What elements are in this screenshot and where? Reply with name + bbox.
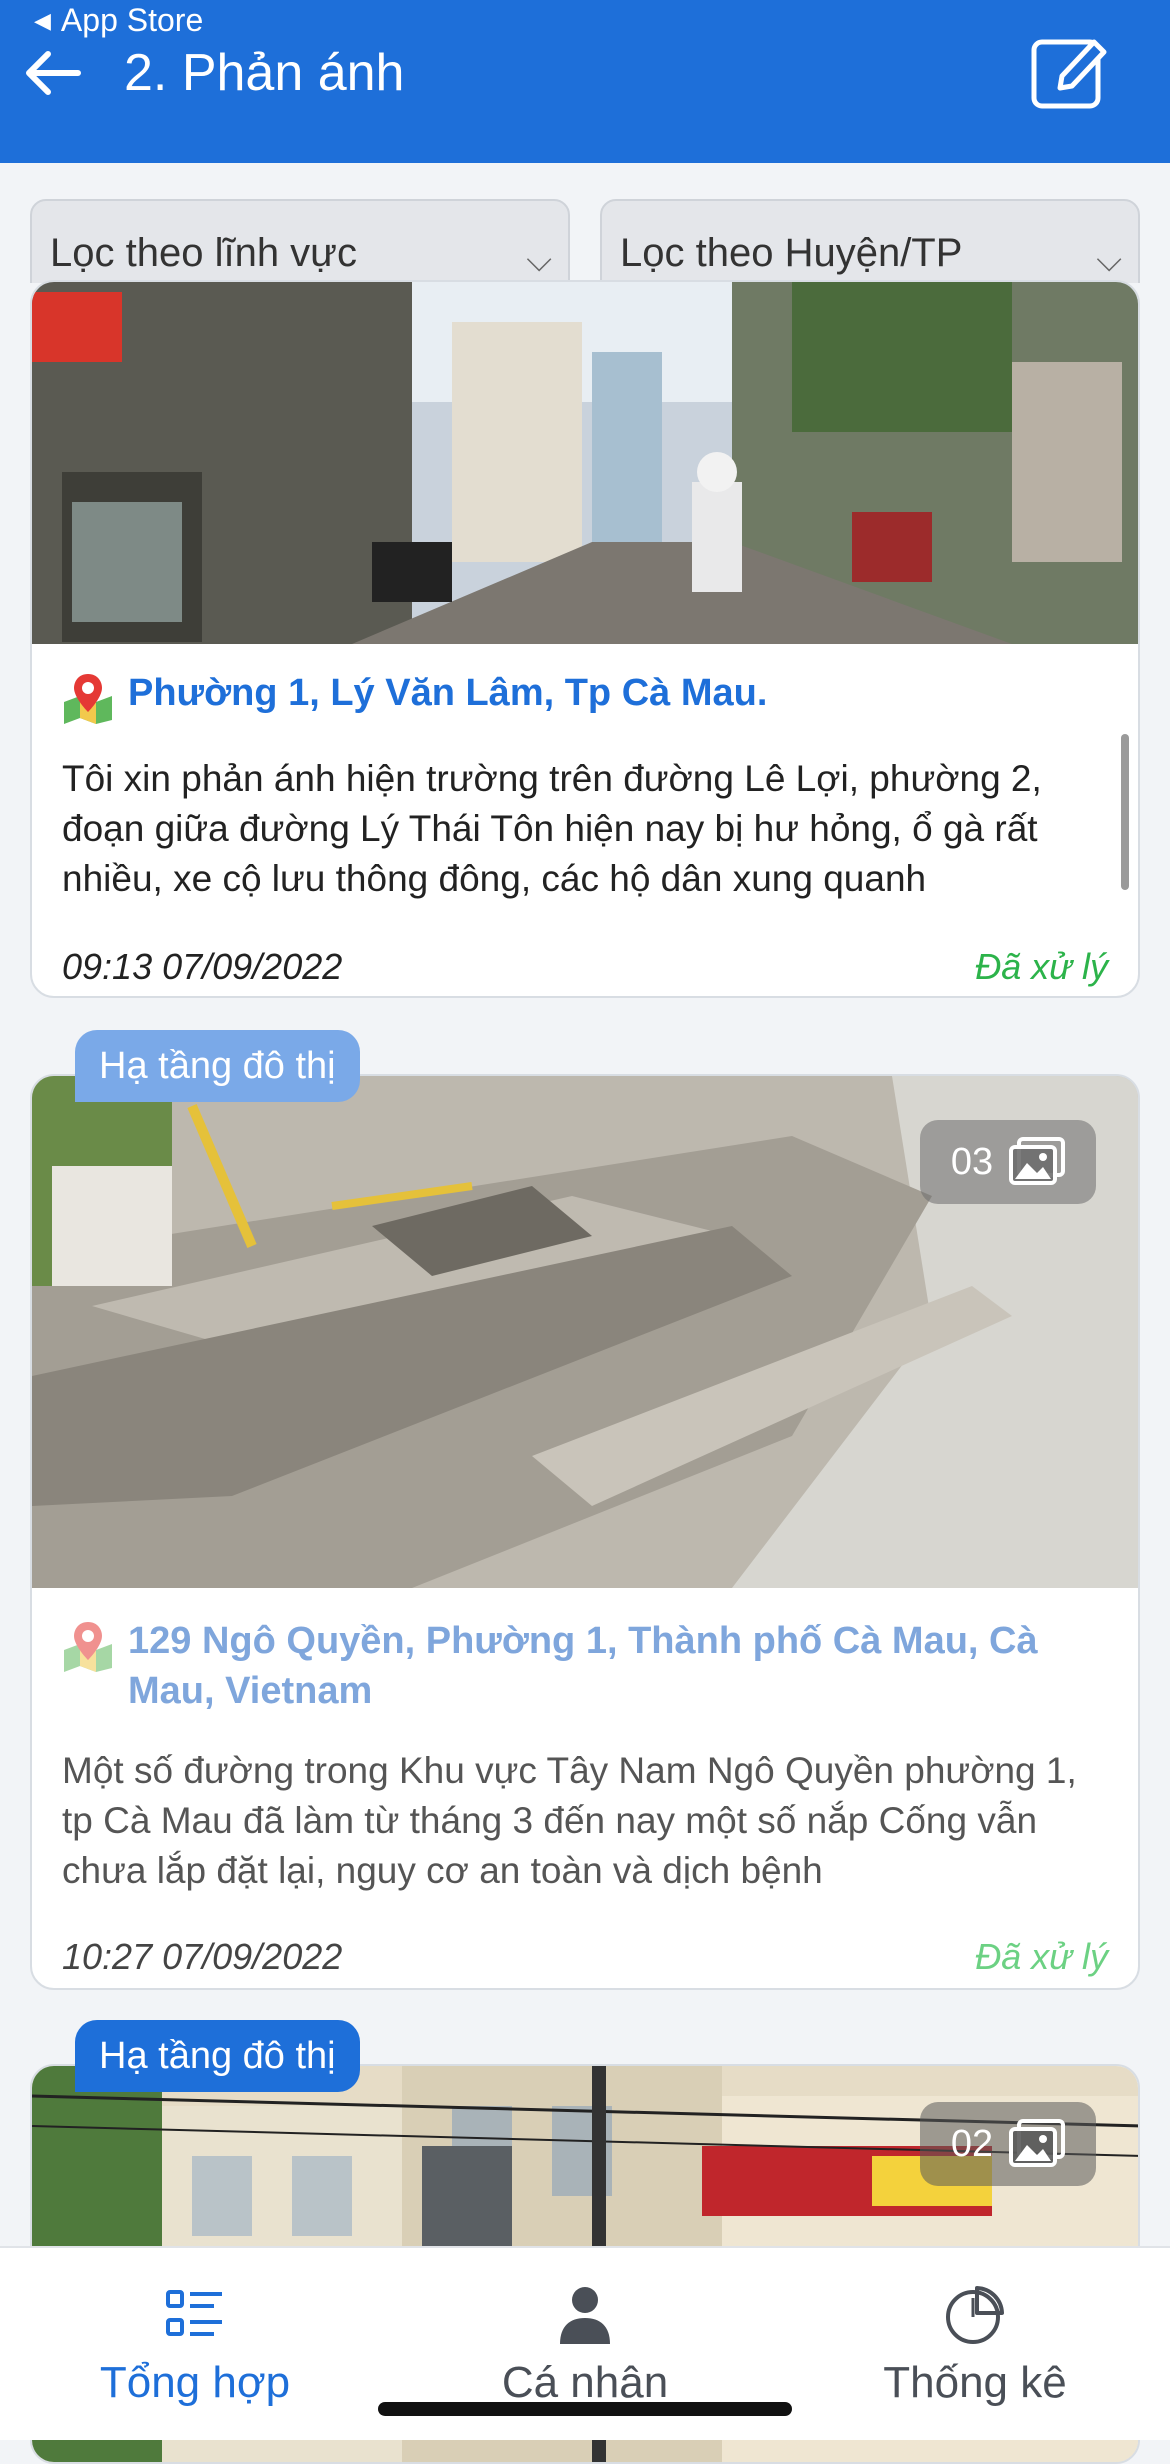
tab-label: Thống kê xyxy=(883,2358,1067,2407)
tab-tong-hop[interactable]: Tổng hợp xyxy=(45,2282,345,2408)
post-time: 09:13 07/09/2022 xyxy=(62,946,343,987)
status-back-label: App Store xyxy=(60,2,204,38)
filter-district-select[interactable]: Lọc theo Huyện/TP ⌵ xyxy=(600,199,1140,283)
post-card[interactable]: Phường 1, Lý Văn Lâm, Tp Cà Mau. Tôi xin… xyxy=(30,280,1140,998)
edit-icon[interactable] xyxy=(1024,28,1114,118)
home-indicator[interactable] xyxy=(378,2402,792,2416)
person-icon xyxy=(560,2287,610,2344)
pie-chart-icon xyxy=(946,2286,1004,2344)
category-badge: Hạ tầng đô thị xyxy=(75,2020,360,2092)
post-card[interactable]: 03 129 Ngô Quyền, Phường 1, Thành phố Cà… xyxy=(30,1074,1140,1990)
filter-field-label: Lọc theo lĩnh vực xyxy=(50,231,357,275)
image-count: 02 xyxy=(950,2122,994,2165)
post-meta: 10:27 07/09/2022 Đã xử lý xyxy=(62,1936,1108,1978)
map-pin-icon xyxy=(64,1622,112,1672)
filter-field-select[interactable]: Lọc theo lĩnh vực ⌵ xyxy=(30,199,570,283)
filter-district-label: Lọc theo Huyện/TP xyxy=(620,231,963,275)
category-badge: Hạ tầng đô thị xyxy=(75,1030,360,1102)
scrollbar[interactable] xyxy=(1121,734,1129,890)
post-photo-street xyxy=(32,282,1138,644)
filter-bar: Lọc theo lĩnh vực ⌵ Lọc theo Huyện/TP ⌵ xyxy=(0,163,1170,283)
chevron-down-icon: ⌵ xyxy=(526,241,552,279)
image-count-badge: 03 xyxy=(920,1120,1096,1204)
post-description: Một số đường trong Khu vực Tây Nam Ngô Q… xyxy=(62,1750,1077,1891)
post-photo-drain: 03 xyxy=(32,1076,1138,1588)
tab-thong-ke[interactable]: Thống kê xyxy=(825,2282,1125,2408)
post-address: 129 Ngô Quyền, Phường 1, Thành phố Cà Ma… xyxy=(32,1616,1138,1716)
tab-ca-nhan[interactable]: Cá nhân xyxy=(435,2282,735,2408)
status-back-to-app-store[interactable]: ◀ App Store xyxy=(34,2,203,39)
post-meta: 09:13 07/09/2022 Đã xử lý xyxy=(62,946,1108,988)
chevron-down-icon: ⌵ xyxy=(1096,241,1122,279)
page-title: 2. Phản ánh xyxy=(124,44,405,102)
back-triangle-icon: ◀ xyxy=(34,7,51,33)
tab-label: Cá nhân xyxy=(501,2358,669,2407)
image-count-badge: 02 xyxy=(920,2102,1096,2186)
post-description: Tôi xin phản ánh hiện trường trên đường … xyxy=(62,758,1042,899)
post-address-text: 129 Ngô Quyền, Phường 1, Thành phố Cà Ma… xyxy=(128,1620,1038,1712)
gallery-icon xyxy=(1009,1137,1066,1185)
post-status: Đã xử lý xyxy=(975,946,1108,987)
list-icon xyxy=(166,2290,222,2336)
post-status: Đã xử lý xyxy=(975,1936,1108,1977)
post-address-text: Phường 1, Lý Văn Lâm, Tp Cà Mau. xyxy=(128,672,768,714)
back-arrow-icon[interactable] xyxy=(18,38,88,108)
gallery-icon xyxy=(1009,2119,1066,2167)
image-count: 03 xyxy=(950,1140,994,1183)
tab-label: Tổng hợp xyxy=(99,2358,291,2407)
post-time: 10:27 07/09/2022 xyxy=(62,1936,343,1977)
app-header: ◀ App Store 2. Phản ánh xyxy=(0,0,1170,163)
map-pin-icon xyxy=(64,674,112,724)
post-address: Phường 1, Lý Văn Lâm, Tp Cà Mau. xyxy=(32,668,1138,724)
